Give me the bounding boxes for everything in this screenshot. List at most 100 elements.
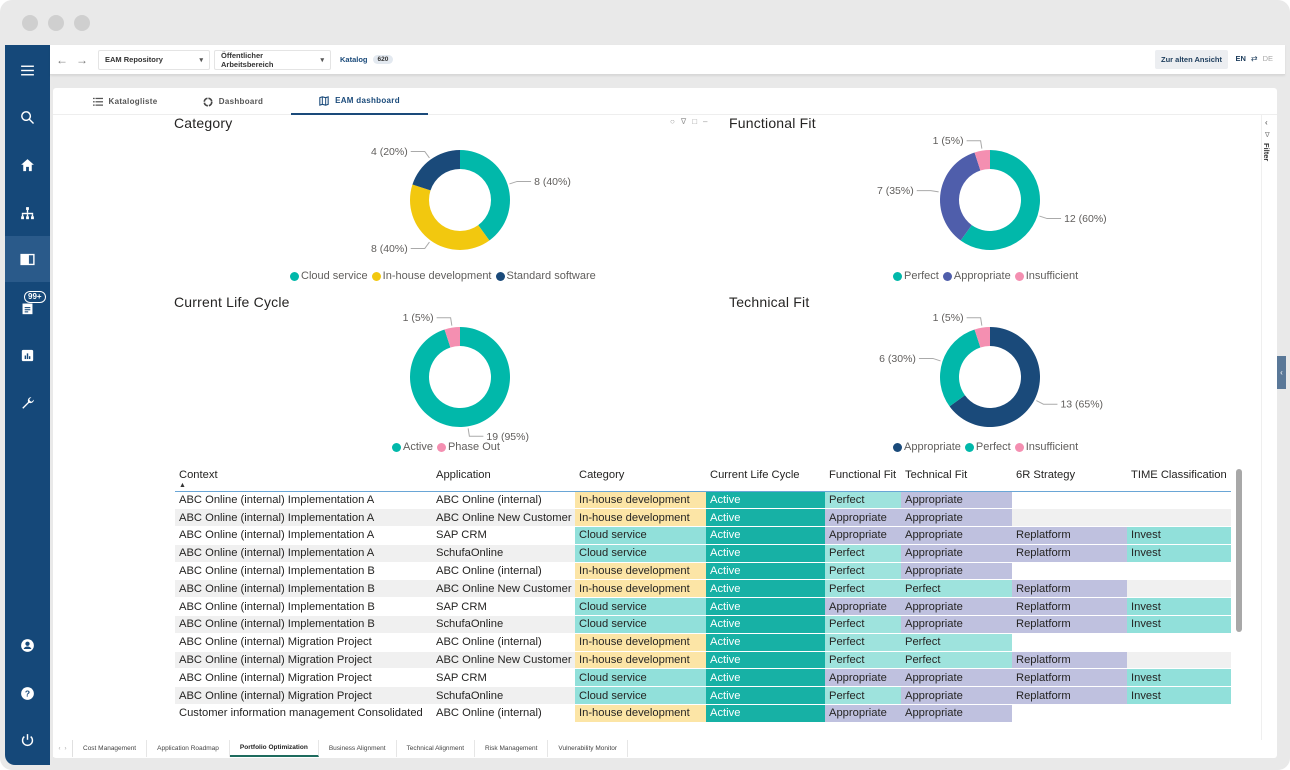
legend-item-standard-software[interactable]: Standard software (495, 270, 596, 282)
data-label-insufficient: 1 (5%) (933, 135, 964, 147)
forward-arrow-icon[interactable]: → (72, 53, 92, 67)
legend-item-active[interactable]: Active (392, 441, 433, 453)
slice-cloud-service[interactable] (460, 150, 510, 241)
cell-category: In-house development (575, 491, 706, 510)
column-header-functional-fit[interactable]: Functional Fit (825, 466, 901, 492)
legend-item-in-house-development[interactable]: In-house development (371, 270, 492, 282)
page-tab-portfolio-optimization[interactable]: Portfolio Optimization (229, 740, 319, 757)
slice-perfect[interactable] (940, 329, 981, 407)
cell-time-classification (1127, 579, 1231, 599)
page-tab-vulnerability-monitor[interactable]: Vulnerability Monitor (548, 740, 629, 757)
table-row[interactable]: ABC Online (internal) Implementation A AB… (175, 508, 1231, 528)
old-view-button[interactable]: Zur alten Ansicht (1155, 50, 1228, 69)
table-scrollbar[interactable] (1236, 469, 1242, 632)
page-tab-business-alignment[interactable]: Business Alignment (319, 740, 397, 757)
collapse-panel-handle[interactable]: ‹ (1277, 356, 1286, 389)
legend-dot-icon (1014, 271, 1024, 281)
legend-item-appropriate[interactable]: Appropriate (893, 441, 961, 453)
legend-item-perfect[interactable]: Perfect (893, 270, 939, 282)
slice-in-house-development[interactable] (410, 184, 490, 251)
page-tab-risk-management[interactable]: Risk Management (475, 740, 549, 757)
sidebar-item-catalog[interactable] (5, 236, 50, 282)
leader-line (916, 190, 939, 193)
tab-katalogliste[interactable]: Katalogliste (75, 88, 175, 115)
focus-mode-icon[interactable]: □ (692, 117, 697, 126)
table-row[interactable]: ABC Online (internal) Implementation A Sc… (175, 544, 1231, 563)
cell-category: Cloud service (575, 615, 706, 634)
table-body: ABC Online (internal) Implementation A AB… (175, 491, 1231, 723)
slice-standard-software[interactable] (412, 150, 460, 191)
filter-pane[interactable]: ‹ ∇ Filter (1261, 115, 1275, 165)
legend-item-phase-out[interactable]: Phase Out (436, 441, 500, 453)
column-header-category[interactable]: Category (575, 466, 706, 492)
legend-item-insufficient[interactable]: Insufficient (1014, 441, 1079, 453)
page-tab-application-roadmap[interactable]: Application Roadmap (147, 740, 230, 757)
filter-icon[interactable]: ∇ (681, 117, 686, 126)
sidebar-item-logout[interactable] (5, 717, 50, 763)
legend-item-insufficient[interactable]: Insufficient (1014, 270, 1078, 282)
legend-item-cloud-service[interactable]: Cloud service (290, 270, 368, 282)
page-tab-technical-alignment[interactable]: Technical Alignment (397, 740, 475, 757)
table-row[interactable]: Customer information management Consolid… (175, 704, 1231, 723)
table-row[interactable]: ABC Online (internal) Migration Project S… (175, 668, 1231, 688)
cell-time-classification (1127, 562, 1231, 581)
swap-icon[interactable]: ⇄ (1251, 54, 1258, 63)
filter-pane-label: Filter (1262, 143, 1271, 162)
sidebar-item-profile[interactable] (5, 622, 50, 668)
tab-dashboard[interactable]: Dashboard (183, 88, 283, 115)
legend-item-perfect[interactable]: Perfect (964, 441, 1011, 453)
table-row[interactable]: ABC Online (internal) Migration Project S… (175, 686, 1231, 706)
table-row[interactable]: ABC Online (internal) Implementation B AB… (175, 579, 1231, 599)
window-close-button[interactable] (22, 15, 38, 31)
table-row[interactable]: ABC Online (internal) Implementation A SA… (175, 526, 1231, 545)
page-tab-cost-management[interactable]: Cost Management (73, 740, 148, 757)
cell-technical-fit: Perfect (901, 633, 1012, 652)
cell-current-life-cycle: Active (706, 704, 825, 723)
column-header-application[interactable]: Application (432, 466, 575, 492)
sidebar-item-home[interactable] (5, 142, 50, 188)
sidebar-item-reports[interactable] (5, 332, 50, 378)
pin-icon[interactable]: ○ (670, 117, 675, 126)
workspace-select[interactable]: Öffentlicher Arbeitsbereich ▾ (214, 49, 331, 70)
window-minimize-button[interactable] (48, 15, 64, 31)
more-options-icon[interactable]: – (703, 117, 707, 126)
chevron-left-icon[interactable]: ‹ (59, 746, 61, 752)
cell-time-classification: Invest (1127, 615, 1231, 634)
language-en[interactable]: EN (1235, 54, 1245, 63)
chevron-left-icon[interactable]: ‹ (1265, 118, 1268, 127)
cell-current-life-cycle: Active (706, 686, 825, 706)
table-row[interactable]: ABC Online (internal) Implementation B AB… (175, 562, 1231, 581)
column-header-time-classification[interactable]: TIME Classification (1127, 466, 1231, 492)
table-row[interactable]: ABC Online (internal) Migration Project A… (175, 633, 1231, 652)
table-row[interactable]: ABC Online (internal) Implementation A AB… (175, 491, 1231, 510)
cell-category: Cloud service (575, 544, 706, 563)
cell-application: SchufaOnline (432, 544, 575, 563)
sidebar-item-search[interactable] (5, 94, 50, 140)
table-row[interactable]: ABC Online (internal) Migration Project A… (175, 651, 1231, 670)
legend-label: Appropriate (904, 441, 961, 453)
language-de[interactable]: DE (1263, 54, 1273, 63)
legend-label: Insufficient (1025, 441, 1079, 453)
catalog-link[interactable]: Katalog 620 (340, 55, 394, 64)
sidebar-item-help[interactable]: ? (5, 670, 50, 716)
legend-item-appropriate[interactable]: Appropriate (942, 270, 1011, 282)
table-row[interactable]: ABC Online (internal) Implementation B Sc… (175, 615, 1231, 634)
sidebar-item-hierarchy[interactable] (5, 190, 50, 236)
sidebar-item-menu[interactable] (5, 47, 50, 93)
window-maximize-button[interactable] (74, 15, 90, 31)
table-row[interactable]: ABC Online (internal) Implementation B SA… (175, 597, 1231, 617)
chart-title-functional-fit: Functional Fit (729, 115, 816, 131)
column-header-technical-fit[interactable]: Technical Fit (901, 466, 1012, 492)
column-header-current-life-cycle[interactable]: Current Life Cycle (706, 466, 825, 492)
column-header-6r-strategy[interactable]: 6R Strategy (1012, 466, 1127, 492)
cell-6r-strategy: Replatform (1012, 544, 1127, 563)
column-header-context[interactable]: Context ▲ (175, 466, 432, 492)
back-arrow-icon[interactable]: ← (52, 53, 72, 67)
sidebar-item-tools[interactable] (5, 380, 50, 426)
chevron-right-icon[interactable]: › (65, 746, 67, 752)
tab-eam-dashboard[interactable]: EAM dashboard (291, 88, 428, 115)
legend-dot-icon (392, 442, 401, 452)
sidebar-item-notifications[interactable]: 99+ (5, 285, 50, 331)
cell-application: ABC Online New Customer (432, 508, 575, 528)
repository-select[interactable]: EAM Repository ▾ (98, 49, 210, 70)
